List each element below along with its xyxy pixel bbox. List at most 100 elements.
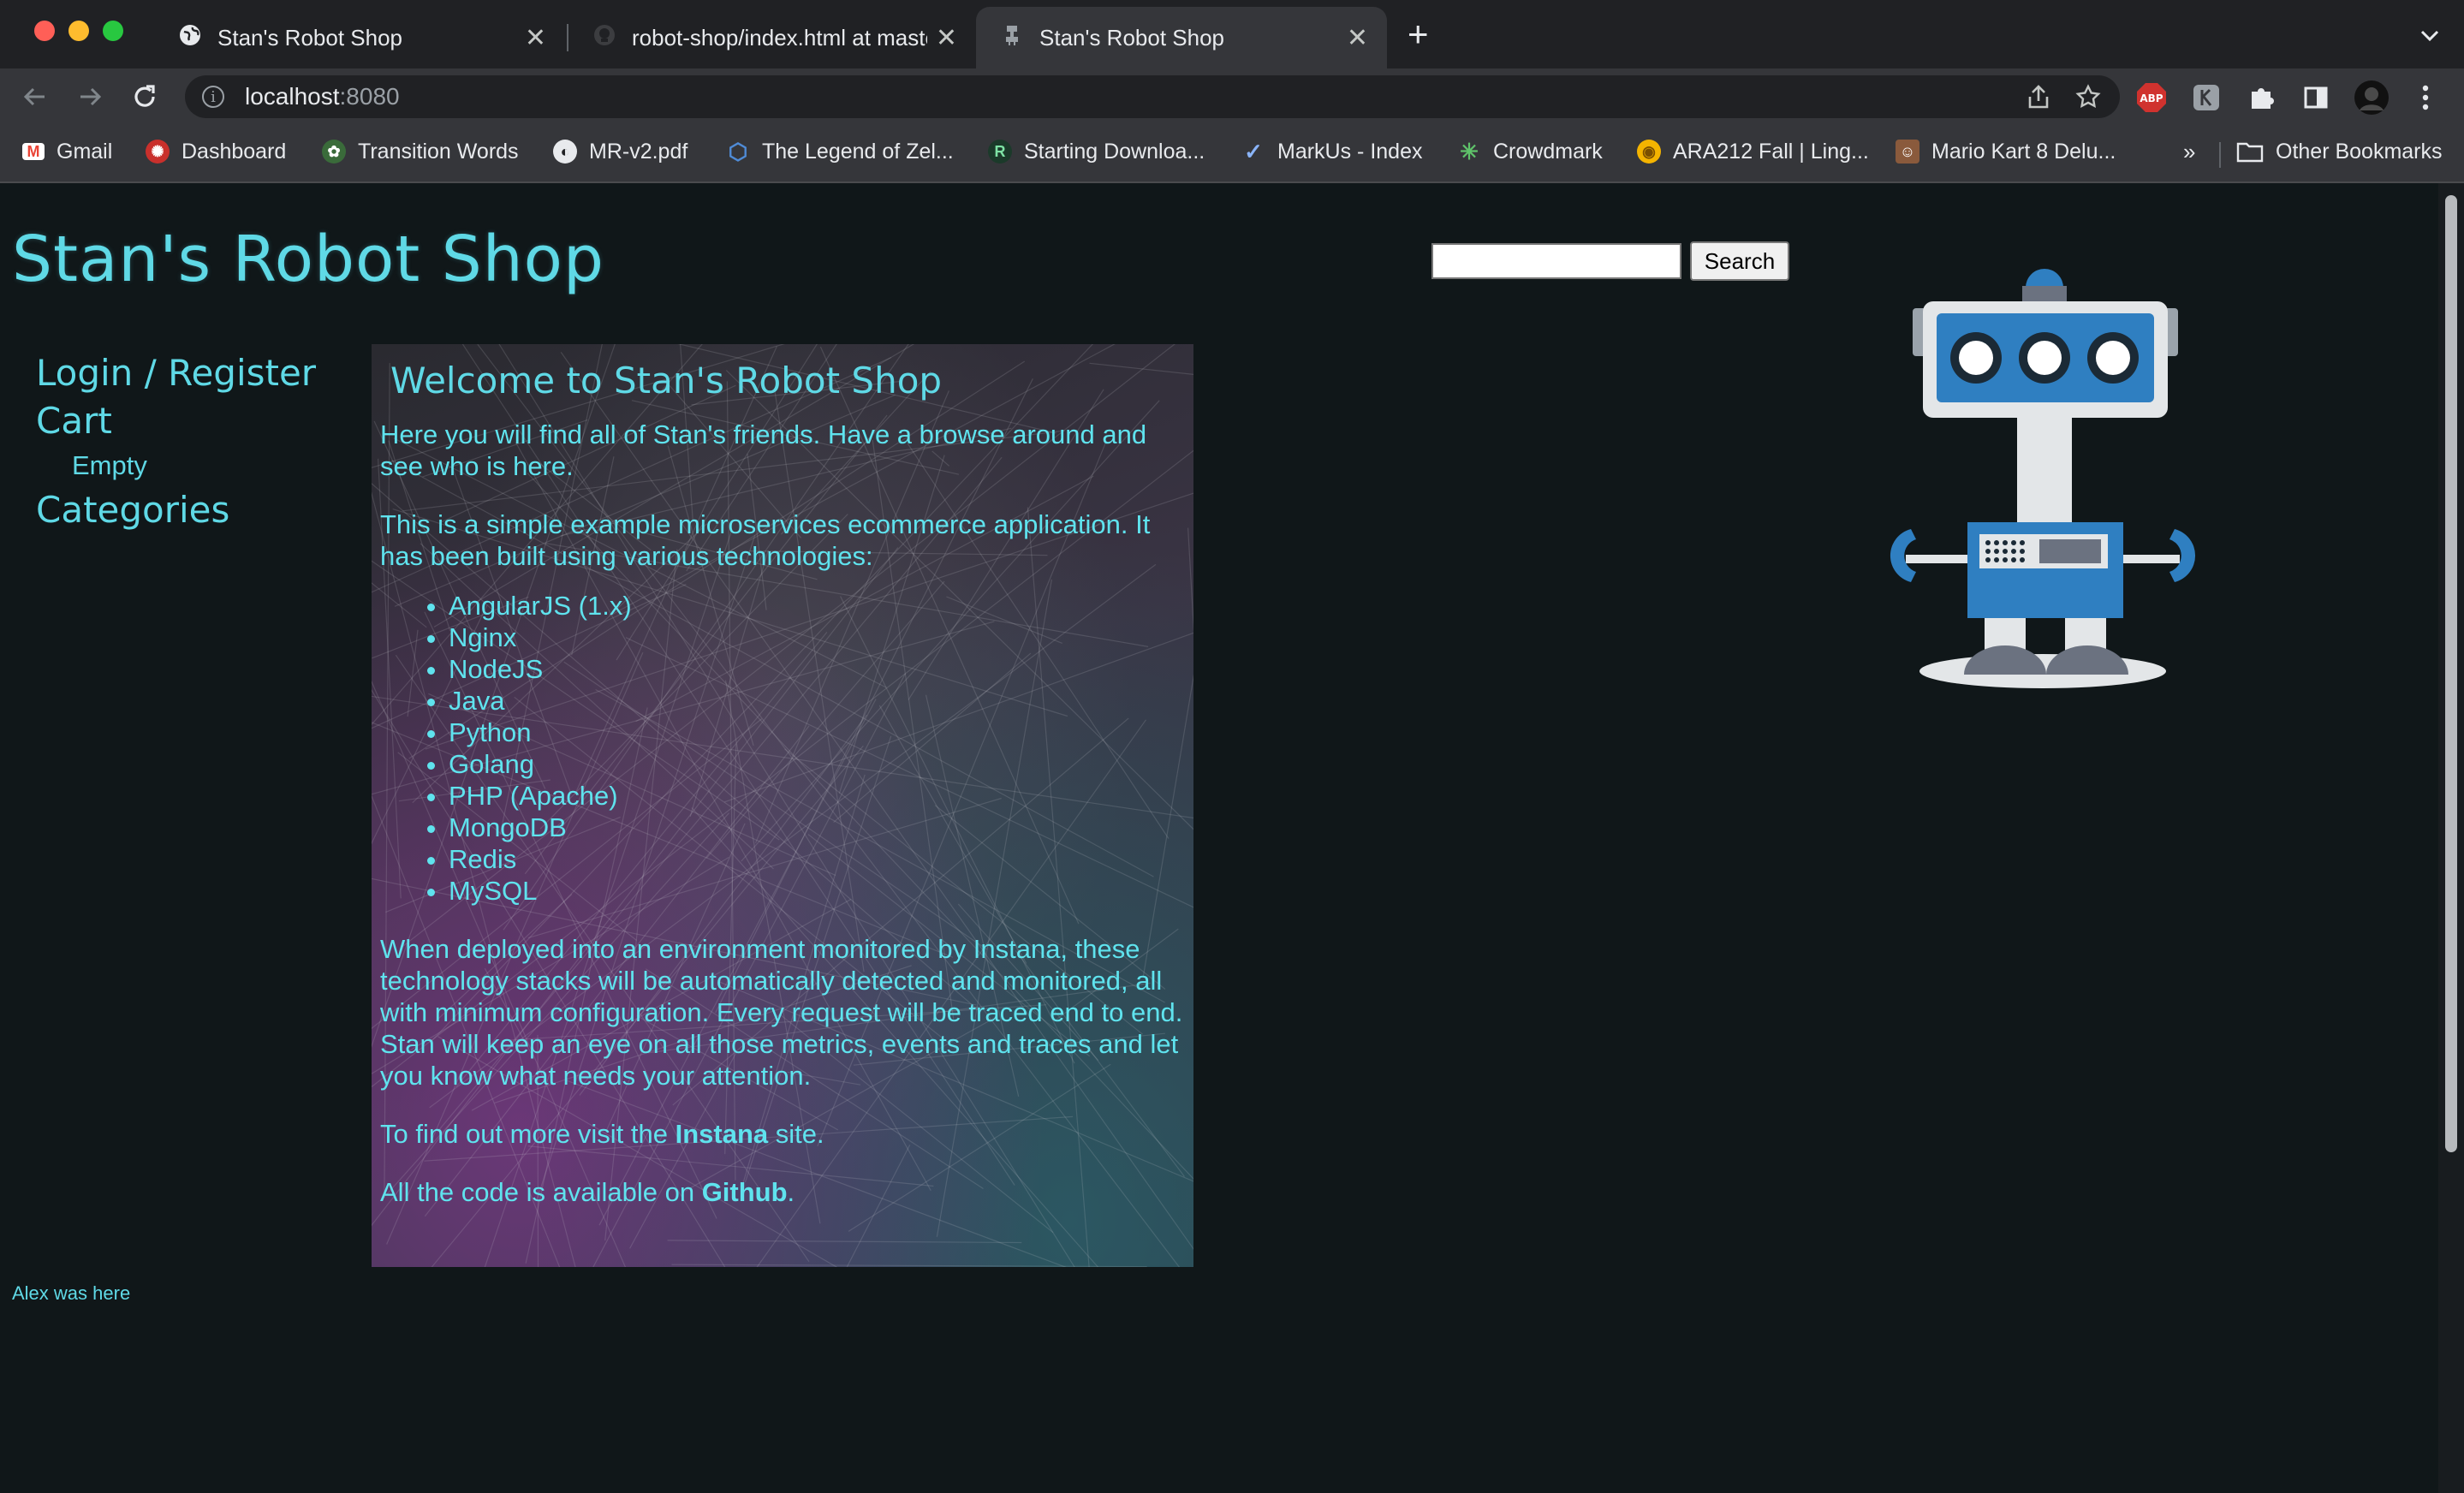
instana-link[interactable]: Instana bbox=[676, 1119, 769, 1149]
url-port: :8080 bbox=[339, 83, 400, 110]
bookmark-label: MR-v2.pdf bbox=[589, 139, 688, 164]
search-button[interactable]: Search bbox=[1690, 241, 1789, 281]
welcome-heading: Welcome to Stan's Robot Shop bbox=[390, 360, 943, 402]
technology-list: AngularJS (1.x) Nginx NodeJS Java Python… bbox=[380, 590, 1185, 907]
bookmark-mr-pdf[interactable]: ◐ MR-v2.pdf bbox=[553, 137, 687, 166]
reload-icon[interactable] bbox=[127, 79, 163, 115]
site-info-icon[interactable]: i bbox=[202, 86, 224, 108]
cart-status: Empty bbox=[72, 450, 147, 480]
crowdmark-icon: ✳ bbox=[1460, 138, 1479, 164]
address-bar[interactable]: i localhost:8080 bbox=[185, 75, 2120, 118]
extensions-puzzle-icon[interactable] bbox=[2247, 84, 2276, 111]
list-item: Python bbox=[449, 717, 1185, 748]
monitoring-paragraph: When deployed into an environment monito… bbox=[380, 934, 1183, 1091]
browser-toolbar: i localhost:8080 ABP bbox=[0, 68, 2464, 125]
folder-icon bbox=[2236, 140, 2264, 163]
ara-icon: ◉ bbox=[1637, 140, 1661, 164]
bookmark-star-icon[interactable] bbox=[2075, 84, 2101, 116]
url-text: localhost:8080 bbox=[245, 83, 400, 110]
scrollbar-thumb[interactable] bbox=[2445, 195, 2457, 1152]
adblock-plus-icon[interactable]: ABP bbox=[2135, 83, 2168, 112]
tab-2[interactable]: robot-shop/index.html at master ✕ bbox=[568, 7, 976, 68]
bookmarks-bar: M Gmail ✺ Dashboard ✿ Transition Words ◐… bbox=[0, 125, 2464, 183]
back-icon[interactable] bbox=[17, 79, 53, 115]
close-tab-icon[interactable]: ✕ bbox=[1347, 23, 1368, 53]
bookmark-label: Crowdmark bbox=[1493, 139, 1603, 164]
list-item: AngularJS (1.x) bbox=[449, 590, 1185, 622]
list-item: MongoDB bbox=[449, 812, 1185, 843]
tab-1[interactable]: Stan's Robot Shop ✕ bbox=[154, 7, 565, 68]
tab-title: Stan's Robot Shop bbox=[1039, 24, 1224, 51]
close-tab-icon[interactable]: ✕ bbox=[525, 23, 546, 53]
bookmark-label: The Legend of Zel... bbox=[762, 139, 954, 164]
dashboard-icon: ✺ bbox=[146, 140, 170, 164]
bookmark-ara212[interactable]: ◉ ARA212 Fall | Ling... bbox=[1637, 137, 1869, 166]
other-bookmarks-label: Other Bookmarks bbox=[2276, 139, 2443, 164]
github-icon bbox=[592, 23, 616, 53]
browser-menu-icon[interactable] bbox=[2413, 84, 2438, 111]
bookmark-legend-of-zelda[interactable]: ⬡ The Legend of Zel... bbox=[726, 137, 954, 166]
new-tab-icon[interactable]: + bbox=[1408, 16, 1429, 52]
categories-link[interactable]: Categories bbox=[36, 486, 316, 534]
site-title: Stan's Robot Shop bbox=[12, 223, 604, 296]
bookmark-label: MarkUs - Index bbox=[1277, 139, 1423, 164]
bookmark-gmail[interactable]: M Gmail bbox=[22, 137, 112, 166]
globe-icon: ◐ bbox=[553, 140, 577, 164]
tab-3-active[interactable]: Stan's Robot Shop ✕ bbox=[976, 7, 1387, 68]
cart-link[interactable]: Cart bbox=[36, 397, 316, 445]
hexagon-icon: ⬡ bbox=[728, 138, 748, 164]
github-prefix: All the code is available on bbox=[380, 1177, 702, 1207]
robot-favicon-icon bbox=[1000, 23, 1024, 53]
list-item: Redis bbox=[449, 843, 1185, 875]
globe-icon bbox=[178, 23, 202, 53]
tab-strip: Stan's Robot Shop ✕ robot-shop/index.htm… bbox=[0, 0, 2464, 68]
bookmark-label: Gmail bbox=[57, 139, 113, 164]
close-tab-icon[interactable]: ✕ bbox=[936, 23, 957, 53]
svg-text:ABP: ABP bbox=[2140, 92, 2163, 104]
tab-title: Stan's Robot Shop bbox=[217, 24, 402, 51]
list-item: Nginx bbox=[449, 622, 1185, 653]
bookmark-label: Mario Kart 8 Delu... bbox=[1931, 139, 2116, 164]
mario-icon: ☺ bbox=[1896, 140, 1919, 164]
close-window-icon[interactable] bbox=[34, 21, 55, 41]
bookmark-crowdmark[interactable]: ✳ Crowdmark bbox=[1457, 137, 1603, 166]
bookmark-label: ARA212 Fall | Ling... bbox=[1673, 139, 1869, 164]
intro-paragraph: Here you will find all of Stan's friends… bbox=[380, 419, 1147, 481]
list-item: Java bbox=[449, 685, 1185, 717]
bookmark-mario-kart[interactable]: ☺ Mario Kart 8 Delu... bbox=[1896, 137, 2116, 166]
gmail-icon: M bbox=[22, 143, 45, 160]
forward-icon[interactable] bbox=[72, 79, 108, 115]
tab-title: robot-shop/index.html at master bbox=[632, 24, 927, 51]
profile-avatar[interactable] bbox=[2353, 80, 2390, 115]
bookmark-transition-words[interactable]: ✿ Transition Words bbox=[322, 137, 519, 166]
bookmarks-separator bbox=[2219, 142, 2221, 168]
bookmark-starting-download[interactable]: R Starting Downloa... bbox=[988, 137, 1205, 166]
transition-words-icon: ✿ bbox=[322, 140, 346, 164]
search-input[interactable] bbox=[1431, 243, 1681, 279]
bookmark-label: Starting Downloa... bbox=[1024, 139, 1205, 164]
minimize-window-icon[interactable] bbox=[68, 21, 89, 41]
instana-suffix: site. bbox=[768, 1119, 824, 1149]
side-panel-icon[interactable] bbox=[2301, 84, 2330, 111]
page-viewport: Stan's Robot Shop Search Login / Registe… bbox=[0, 183, 2438, 1493]
share-icon[interactable] bbox=[2027, 84, 2050, 116]
list-item: NodeJS bbox=[449, 653, 1185, 685]
tab-search-chevron-icon[interactable] bbox=[2419, 22, 2440, 49]
bookmark-dashboard[interactable]: ✺ Dashboard bbox=[146, 137, 286, 166]
page-scrollbar[interactable] bbox=[2438, 183, 2464, 1493]
bookmark-label: Transition Words bbox=[358, 139, 519, 164]
side-nav: Login / Register Cart Empty Categories bbox=[36, 349, 316, 534]
bookmark-markus[interactable]: ✓ MarkUs - Index bbox=[1241, 137, 1422, 166]
instana-paragraph: To find out more visit the Instana site. bbox=[380, 1118, 1185, 1150]
github-link[interactable]: Github bbox=[702, 1177, 788, 1207]
login-register-link[interactable]: Login / Register bbox=[36, 349, 316, 397]
robot-mascot-image bbox=[1890, 269, 2196, 688]
github-suffix: . bbox=[787, 1177, 795, 1207]
instana-prefix: To find out more visit the bbox=[380, 1119, 676, 1149]
welcome-panel: Welcome to Stan's Robot Shop Here you wi… bbox=[372, 344, 1193, 1267]
more-bookmarks-chevron-icon[interactable]: » bbox=[2183, 137, 2195, 166]
list-item: MySQL bbox=[449, 875, 1185, 907]
extension-k-icon[interactable] bbox=[2192, 84, 2221, 111]
maximize-window-icon[interactable] bbox=[103, 21, 123, 41]
other-bookmarks[interactable]: Other Bookmarks bbox=[2236, 137, 2443, 166]
